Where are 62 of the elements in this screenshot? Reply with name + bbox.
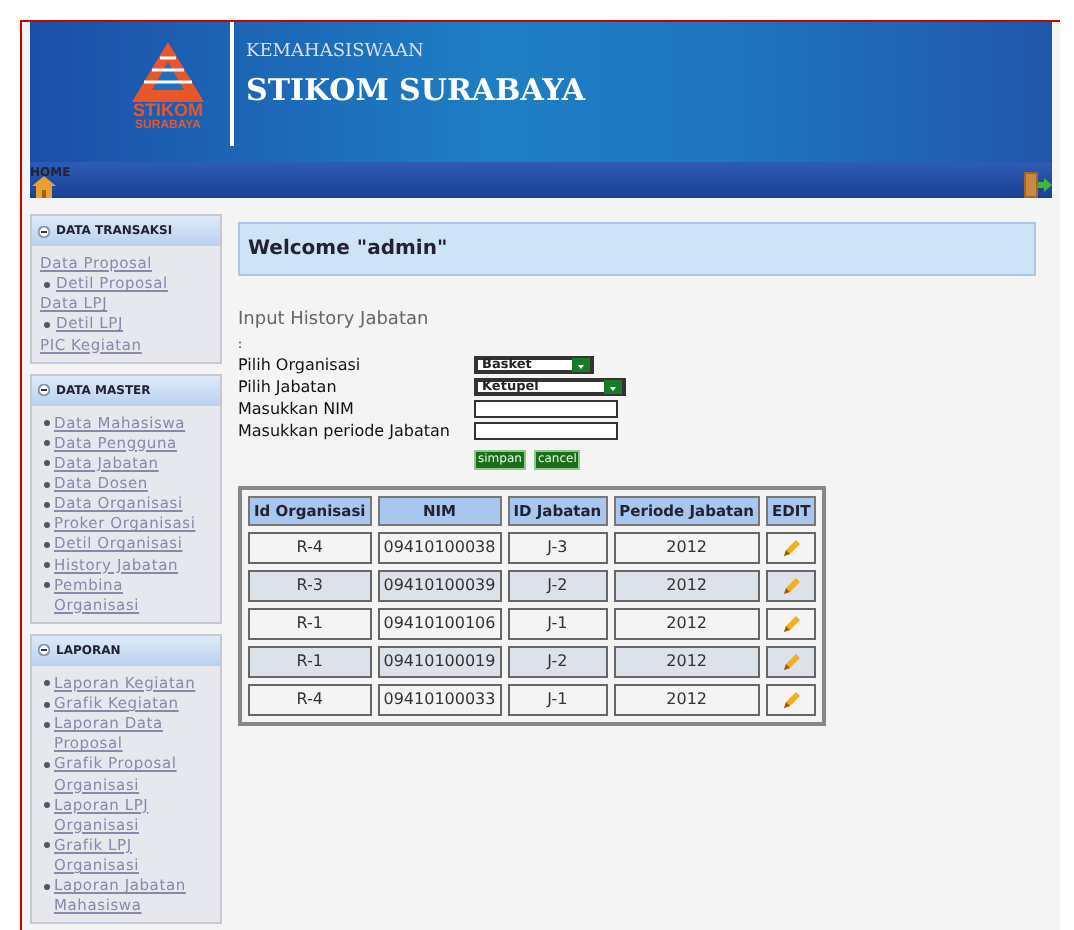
header-title: STIKOM SURABAYA [246, 69, 586, 111]
table-cell: J-3 [507, 531, 608, 564]
pencil-icon[interactable] [781, 537, 802, 558]
logo-text: STIKOM [133, 102, 203, 120]
table-cell: R-1 [248, 645, 372, 678]
table-cell: R-4 [248, 683, 372, 716]
table-cell: 09410100039 [377, 569, 502, 602]
field-label: Masukkan NIM [238, 399, 356, 419]
field-label: Pilih Jabatan [238, 377, 339, 397]
field-label: Masukkan periode Jabatan [238, 421, 452, 441]
table-cell: 2012 [613, 569, 760, 602]
collapse-icon[interactable] [38, 225, 50, 237]
bullet-icon [44, 440, 50, 447]
collapse-icon[interactable] [38, 384, 50, 397]
bullet-icon [44, 680, 50, 687]
table-cell: 09410100019 [377, 645, 502, 678]
bullet-icon [44, 420, 50, 427]
bullet-icon [44, 481, 50, 487]
bullet-icon [44, 842, 50, 849]
field-label: Pilih Organisasi [238, 355, 363, 375]
table-cell: 09410100038 [377, 531, 502, 564]
pencil-icon[interactable] [781, 689, 802, 710]
welcome-title: Welcome "admin" [238, 222, 1036, 276]
table-cell: 2012 [613, 683, 760, 716]
table-cell: J-1 [507, 607, 608, 640]
table-cell: J-2 [507, 645, 608, 678]
header-subtitle: KEMAHASISWAAN [246, 40, 426, 66]
bullet-icon [44, 721, 50, 728]
input-field[interactable] [474, 422, 618, 440]
pencil-icon[interactable] [781, 613, 802, 634]
bullet-icon [44, 883, 50, 890]
table-cell: 2012 [613, 531, 760, 564]
dropdown-arrow-icon[interactable] [604, 380, 622, 394]
bullet-icon [44, 802, 50, 809]
pencil-icon[interactable] [781, 651, 802, 672]
table-cell: R-1 [248, 607, 372, 640]
input-field[interactable] [474, 400, 618, 418]
bullet-icon [44, 501, 50, 508]
bullet-icon [44, 541, 50, 548]
bullet-icon [44, 321, 50, 328]
dropdown-arrow-icon[interactable] [572, 358, 590, 372]
form-title: Input History Jabatan [238, 308, 431, 334]
table-cell: R-3 [248, 569, 372, 602]
logout-door-icon[interactable] [1024, 172, 1052, 198]
logo-icon [132, 42, 204, 102]
bullet-icon [44, 281, 50, 288]
collapse-icon[interactable] [38, 644, 50, 657]
table-cell: J-2 [507, 569, 608, 602]
table-cell: 2012 [613, 645, 760, 678]
bullet-icon [44, 582, 50, 589]
table-cell: R-4 [248, 531, 372, 564]
bullet-icon [44, 460, 50, 467]
table-cell: J-1 [507, 683, 608, 716]
bullet-icon [44, 701, 50, 707]
table-cell: 09410100106 [377, 607, 502, 640]
bullet-icon [44, 761, 50, 768]
home-icon[interactable] [32, 176, 56, 198]
table-cell: 09410100033 [377, 683, 502, 716]
pencil-icon[interactable] [781, 575, 802, 596]
bullet-icon [44, 562, 50, 568]
table-cell: 2012 [613, 607, 760, 640]
bullet-icon [44, 521, 50, 528]
